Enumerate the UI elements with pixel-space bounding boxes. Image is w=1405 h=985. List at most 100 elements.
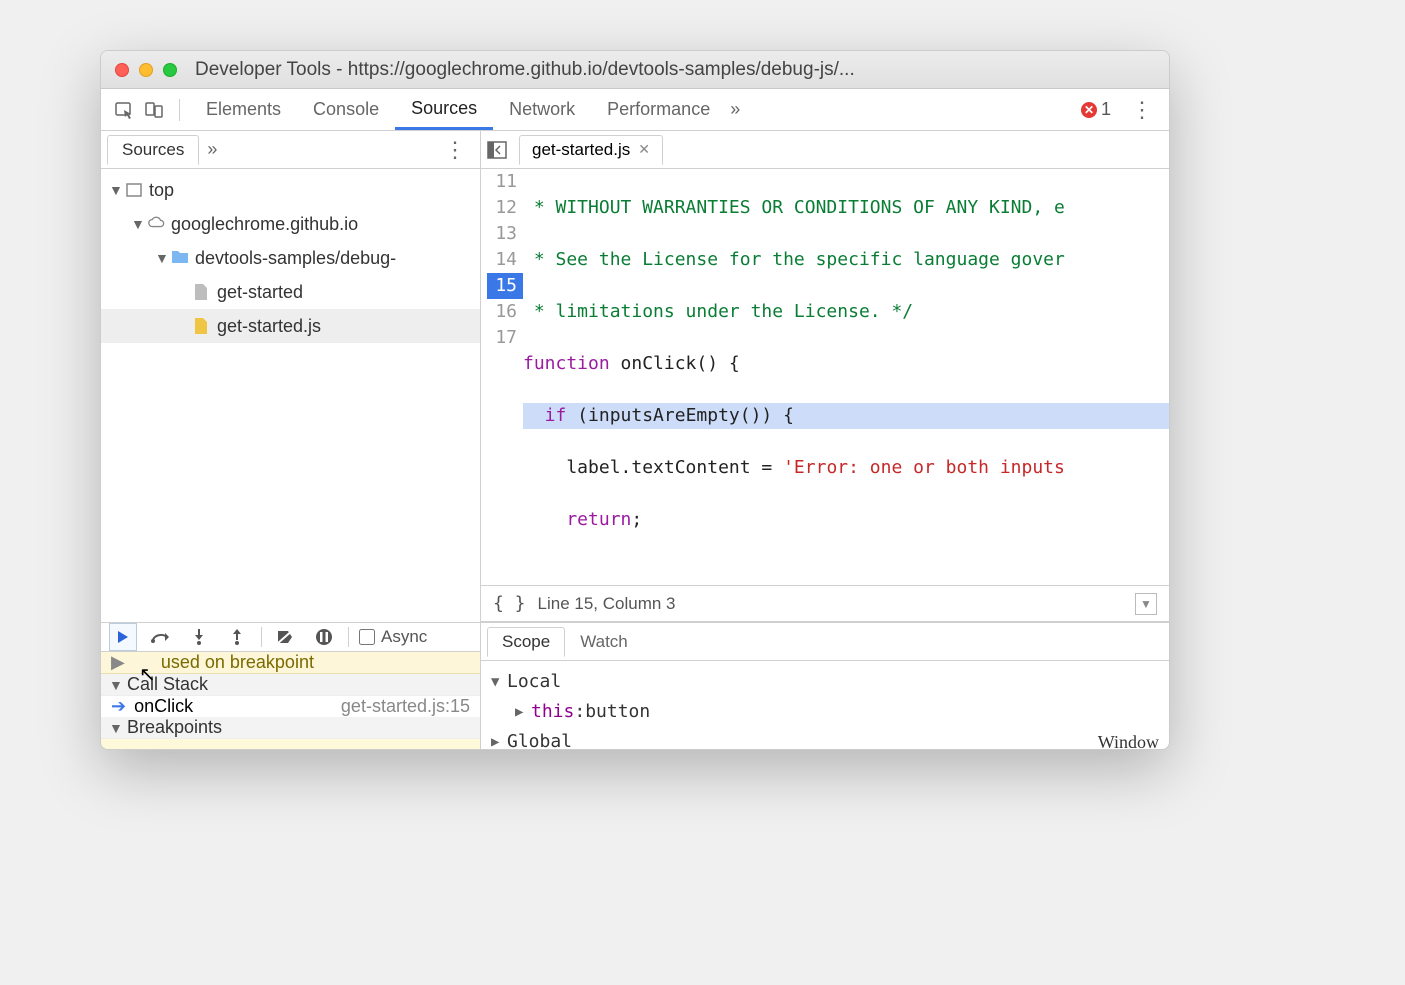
tree-script[interactable]: get-started.js	[101, 309, 480, 343]
frame-location: get-started.js:15	[341, 696, 470, 717]
scope-body: ▼ Local ▶ this: button ▶ Global Window	[481, 661, 1169, 749]
frame-name: onClick	[134, 696, 193, 717]
code-pane: get-started.js ✕ 11121314 15 1617 * WITH…	[481, 131, 1169, 622]
stack-frame[interactable]: ➔ onClick get-started.js:15	[101, 696, 480, 717]
tab-network[interactable]: Network	[493, 89, 591, 130]
editor-menu-icon[interactable]: ▼	[1135, 593, 1157, 615]
tree-script-label: get-started.js	[217, 316, 321, 337]
chevron-down-icon: ▼	[109, 677, 123, 693]
deactivate-breakpoints-button[interactable]	[272, 623, 300, 651]
close-icon[interactable]	[115, 63, 129, 77]
tab-console[interactable]: Console	[297, 89, 395, 130]
tab-watch[interactable]: Watch	[565, 627, 643, 657]
cloud-icon	[147, 215, 165, 233]
chevron-right-icon: ▶	[515, 697, 529, 727]
panel-overflow-icon[interactable]: »	[730, 99, 740, 120]
pause-exceptions-button[interactable]	[310, 623, 338, 651]
titlebar: Developer Tools - https://googlechrome.g…	[101, 51, 1169, 89]
pretty-print-icon[interactable]: { }	[493, 593, 526, 614]
traffic-lights	[115, 63, 177, 77]
close-tab-icon[interactable]: ✕	[638, 141, 650, 158]
step-out-button[interactable]	[223, 623, 251, 651]
cursor-position: Line 15, Column 3	[538, 594, 676, 614]
document-icon	[193, 283, 211, 301]
gutter[interactable]: 11121314 15 1617	[481, 169, 523, 585]
tab-sources[interactable]: Sources	[395, 89, 493, 130]
breakpoint-marker[interactable]: 15	[487, 273, 523, 299]
resume-button[interactable]	[109, 623, 137, 651]
panel-tabs: Elements Console Sources Network Perform…	[101, 89, 1169, 131]
scope-pane: Scope Watch ▼ Local ▶ this: button ▶ Glo…	[481, 622, 1169, 749]
code-lines[interactable]: * WITHOUT WARRANTIES OR CONDITIONS OF AN…	[523, 169, 1169, 585]
async-label: Async	[381, 627, 427, 647]
file-tab-label: get-started.js	[532, 140, 630, 160]
editor-tabbar: get-started.js ✕	[481, 131, 1169, 169]
folder-icon	[171, 249, 189, 267]
code-body[interactable]: 11121314 15 1617 * WITHOUT WARRANTIES OR…	[481, 169, 1169, 585]
callstack-header[interactable]: ▼ Call Stack	[101, 674, 480, 696]
toggle-sidebar-icon[interactable]	[487, 140, 511, 160]
step-over-button[interactable]	[147, 623, 175, 651]
chevron-down-icon: ▼	[491, 667, 505, 697]
kebab-menu-icon[interactable]: ⋮	[1123, 97, 1161, 123]
navigator-tabbar: Sources » ⋮	[101, 131, 480, 169]
paused-banner[interactable]: ▶ ↖ used on breakpoint	[101, 652, 480, 674]
device-toolbar-icon[interactable]	[139, 95, 169, 125]
scope-global-value: Window	[1098, 727, 1159, 749]
tree-doc-label: get-started	[217, 282, 303, 303]
devtools-window: Developer Tools - https://googlechrome.g…	[100, 50, 1170, 750]
tab-elements[interactable]: Elements	[190, 89, 297, 130]
minimize-icon[interactable]	[139, 63, 153, 77]
frame-icon	[125, 181, 143, 199]
tab-performance[interactable]: Performance	[591, 89, 726, 130]
tree-folder-label: devtools-samples/debug-	[195, 248, 396, 269]
scope-global-label: Global	[507, 727, 572, 749]
chevron-down-icon: ▼	[155, 250, 169, 266]
tree-top-label: top	[149, 180, 174, 201]
window-title: Developer Tools - https://googlechrome.g…	[177, 59, 1155, 81]
tree-origin[interactable]: ▼ googlechrome.github.io	[101, 207, 480, 241]
script-icon	[193, 317, 211, 335]
tab-scope[interactable]: Scope	[487, 627, 565, 657]
inspect-icon[interactable]	[109, 95, 139, 125]
tree-folder[interactable]: ▼ devtools-samples/debug-	[101, 241, 480, 275]
navigator-tab-sources[interactable]: Sources	[107, 135, 199, 165]
chevron-down-icon: ▼	[109, 720, 123, 736]
tree-top[interactable]: ▼ top	[101, 173, 480, 207]
error-badge[interactable]: ✕ 1	[1081, 99, 1111, 120]
editor-statusbar: { } Line 15, Column 3 ▼	[481, 585, 1169, 621]
current-frame-icon: ➔	[111, 696, 126, 717]
tree-doc[interactable]: get-started	[101, 275, 480, 309]
navigator-pane: Sources » ⋮ ▼ top ▼ googlechrome.github.…	[101, 131, 481, 622]
step-into-button[interactable]	[185, 623, 213, 651]
breakpoints-label: Breakpoints	[127, 717, 222, 738]
async-checkbox[interactable]: Async	[359, 627, 427, 647]
navigator-kebab-icon[interactable]: ⋮	[436, 137, 474, 163]
chevron-down-icon: ▼	[109, 182, 123, 198]
scope-tabbar: Scope Watch	[481, 623, 1169, 661]
chevron-right-icon: ▶	[491, 727, 505, 749]
paused-text: used on breakpoint	[161, 652, 314, 673]
scope-this-value: button	[585, 697, 650, 727]
scope-local[interactable]: ▼ Local	[491, 667, 1159, 697]
execution-line: if (inputsAreEmpty()) {	[523, 403, 1169, 429]
scope-global[interactable]: ▶ Global Window	[491, 727, 1159, 749]
debugger-pane: Async ▶ ↖ used on breakpoint ▼ Call Stac…	[101, 622, 481, 749]
tree-origin-label: googlechrome.github.io	[171, 214, 358, 235]
navigator-overflow-icon[interactable]: »	[207, 139, 217, 160]
error-icon: ✕	[1081, 102, 1097, 118]
breakpoint-item[interactable]: ✓ get-started.js:15	[101, 739, 480, 749]
breakpoints-header[interactable]: ▼ Breakpoints	[101, 717, 480, 739]
scope-this-key: this	[531, 697, 574, 727]
debugger-toolbar: Async	[101, 623, 480, 652]
scope-local-label: Local	[507, 667, 561, 697]
error-count: 1	[1101, 99, 1111, 120]
file-tree: ▼ top ▼ googlechrome.github.io ▼ devtool…	[101, 169, 480, 622]
cursor-icon: ↖	[139, 662, 156, 687]
breakpoint-label: get-started.js:15	[139, 747, 268, 749]
maximize-icon[interactable]	[163, 63, 177, 77]
file-tab[interactable]: get-started.js ✕	[519, 135, 663, 165]
async-checkbox-input[interactable]	[359, 629, 375, 645]
chevron-down-icon: ▼	[131, 216, 145, 232]
scope-this[interactable]: ▶ this: button	[491, 697, 1159, 727]
